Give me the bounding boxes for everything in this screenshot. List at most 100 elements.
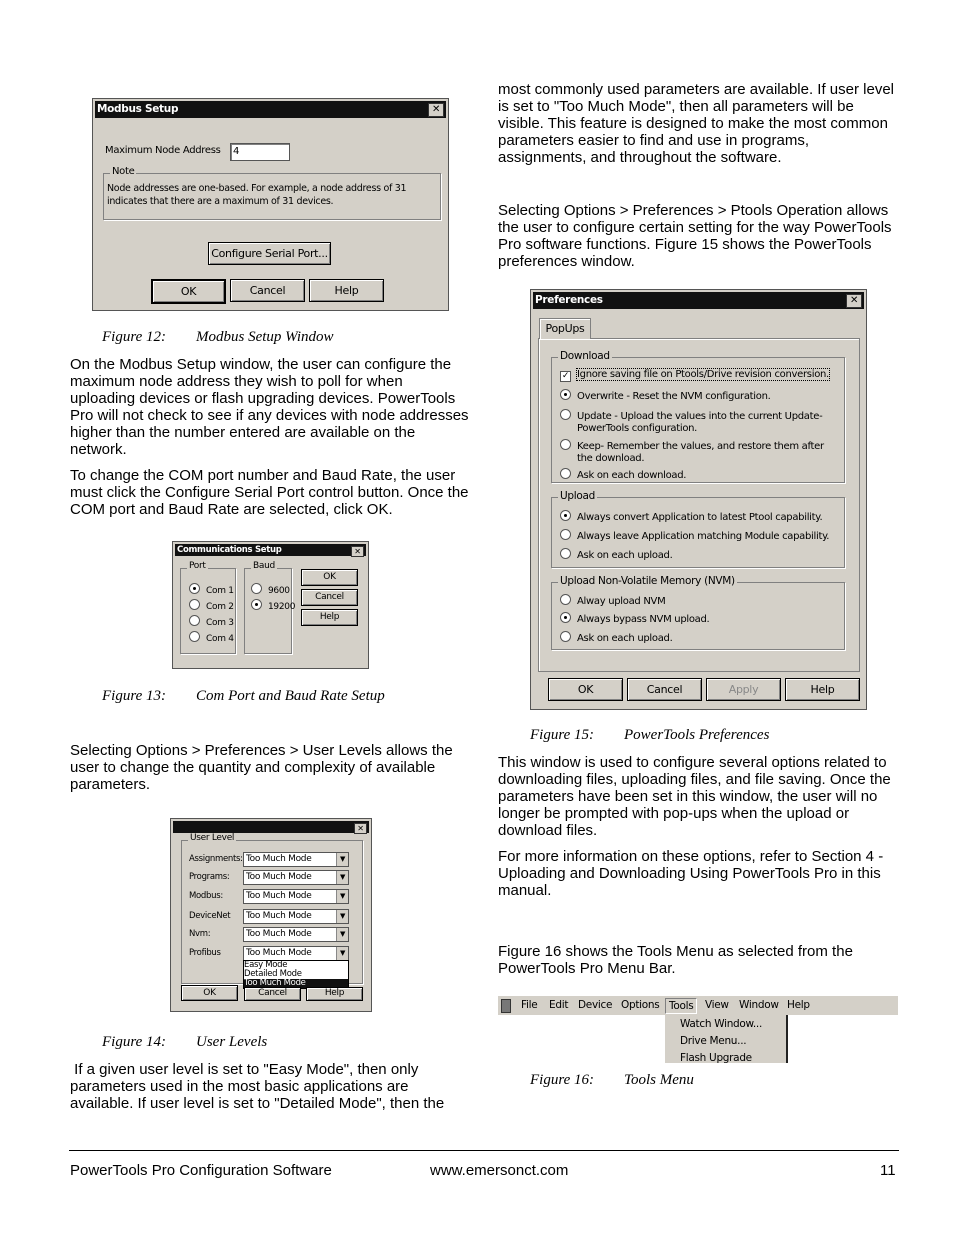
close-icon[interactable]: ✕ (428, 103, 444, 117)
menu-tools[interactable]: Tools (665, 998, 698, 1014)
user-levels-dialog: ✕ User Level Assignments: Too Much Mode ▼ P… (170, 818, 372, 1012)
chevron-down-icon[interactable]: ▼ (336, 947, 348, 960)
menu-file[interactable]: File (518, 998, 540, 1012)
port-label: Port (187, 561, 208, 571)
radio-ask-nvm[interactable]: Ask on each upload. (560, 631, 673, 644)
baud-group: Baud 9600 19200 (244, 561, 295, 654)
help-button[interactable]: Help (306, 987, 363, 1001)
radio-com2[interactable]: Com 2 (189, 599, 234, 612)
paragraph: To change the COM port number and Baud R… (70, 467, 469, 518)
select-value: Too Much Mode (246, 948, 312, 958)
paragraph: Selecting Options > Preferences > Ptools… (498, 202, 892, 270)
radio-update[interactable]: Update - Upload the values into the curr… (560, 409, 842, 435)
note-text: Node addresses are one-based. For exampl… (107, 183, 407, 207)
easy-mode-paragraph: If a given user level is set to "Easy Mo… (70, 1061, 445, 1112)
user-level-label: Modbus: (189, 891, 223, 901)
chevron-down-icon[interactable]: ▼ (336, 853, 348, 866)
figure-title: User Levels (196, 1034, 268, 1050)
chevron-down-icon[interactable]: ▼ (336, 890, 348, 903)
radio-bypass-nvm[interactable]: Always bypass NVM upload. (560, 612, 710, 625)
dialog-title: Communications Setup (177, 545, 282, 555)
menu-item-flash-upgrade[interactable]: Flash Upgrade (680, 1052, 752, 1064)
close-icon[interactable]: ✕ (354, 823, 367, 834)
user-level-select[interactable]: Too Much Mode ▼ (243, 909, 349, 924)
user-level-select[interactable]: Too Much Mode ▼ (243, 927, 349, 942)
apply-button[interactable]: Apply (706, 678, 781, 701)
menu-options[interactable]: Options (618, 998, 662, 1012)
communications-setup-dialog: Communications Setup ✕ Port Com 1 Com 2 C… (172, 541, 369, 669)
right-text: most commonly used parameters are availa… (498, 81, 900, 279)
close-icon[interactable]: ✕ (846, 294, 862, 308)
cancel-button[interactable]: Cancel (230, 279, 305, 302)
user-level-select[interactable]: Too Much Mode ▼ (243, 946, 349, 961)
paragraph: For more information on these options, r… (498, 848, 884, 899)
ok-button[interactable]: OK (548, 678, 623, 701)
configure-serial-port-button[interactable]: Configure Serial Port... (208, 242, 331, 265)
radio-keep[interactable]: Keep- Remember the values, and restore t… (560, 439, 827, 465)
ok-button[interactable]: OK (151, 279, 226, 304)
right-text-2: This window is used to configure several… (498, 754, 900, 908)
ignore-saving-checkbox[interactable]: ✓ Ignore saving file on Ptools/Drive revi… (560, 368, 830, 382)
note-group: Note Node addresses are one-based. For e… (103, 166, 441, 220)
radio-ask-upload[interactable]: Ask on each upload. (560, 548, 673, 561)
left-text: On the Modbus Setup window, the user can… (70, 356, 470, 527)
paragraph: On the Modbus Setup window, the user can… (70, 356, 469, 458)
chevron-down-icon[interactable]: ▼ (336, 871, 348, 884)
menu-item-watch-window[interactable]: Watch Window... (680, 1018, 762, 1030)
menu-device[interactable]: Device (575, 998, 615, 1012)
menu-item-drive-menu[interactable]: Drive Menu... (680, 1035, 747, 1047)
radio-com4[interactable]: Com 4 (189, 631, 234, 644)
cancel-button[interactable]: Cancel (244, 987, 301, 1001)
modbus-setup-dialog: Modbus Setup ✕ Maximum Node Address 4 Not… (92, 98, 449, 311)
tools-paragraph: Figure 16 shows the Tools Menu as select… (498, 943, 853, 977)
figure-14-caption: Figure 14: User Levels (102, 1034, 267, 1051)
cancel-button[interactable]: Cancel (627, 678, 702, 701)
figure-number: Figure 15: (530, 727, 595, 743)
help-button[interactable]: Help (309, 279, 384, 302)
menu-edit[interactable]: Edit (546, 998, 571, 1012)
menu-window[interactable]: Window (736, 998, 782, 1012)
user-level-select[interactable]: Too Much Mode ▼ (243, 852, 349, 867)
radio-com1[interactable]: Com 1 (189, 583, 234, 596)
max-node-input[interactable]: 4 (230, 143, 290, 161)
footer-url[interactable]: www.emersonct.com (430, 1162, 568, 1179)
radio-19200[interactable]: 19200 (251, 599, 295, 612)
radio-com3[interactable]: Com 3 (189, 615, 234, 628)
select-value: Too Much Mode (246, 891, 312, 901)
select-value: Too Much Mode (246, 929, 312, 939)
paragraph: most commonly used parameters are availa… (498, 81, 895, 166)
cancel-button[interactable]: Cancel (301, 589, 358, 606)
chevron-down-icon[interactable]: ▼ (336, 910, 348, 923)
footer-title: PowerTools Pro Configuration Software (70, 1162, 332, 1179)
ok-button[interactable]: OK (181, 985, 238, 1001)
close-icon[interactable]: ✕ (351, 546, 364, 557)
menu-view[interactable]: View (702, 998, 732, 1012)
group-label: Download (558, 350, 612, 362)
user-level-select[interactable]: Too Much Mode ▼ (243, 889, 349, 904)
title-bar: Preferences ✕ (533, 292, 864, 309)
select-value: Too Much Mode (246, 872, 312, 882)
user-level-label: DeviceNet (189, 911, 231, 921)
user-level-label: Assignments: (189, 854, 243, 864)
user-level-select[interactable]: Too Much Mode ▼ (243, 870, 349, 885)
radio-ask-download[interactable]: Ask on each download. (560, 468, 686, 481)
tab-popups[interactable]: PopUps (539, 318, 591, 339)
paragraph: This window is used to configure several… (498, 754, 891, 839)
radio-always-convert[interactable]: Always convert Application to latest Pto… (560, 510, 823, 523)
help-button[interactable]: Help (301, 609, 358, 626)
figure-number: Figure 12: (102, 329, 167, 345)
mode-dropdown-list[interactable]: Easy Mode Detailed Mode Too Much Mode (243, 960, 349, 989)
radio-upload-nvm[interactable]: Alway upload NVM (560, 594, 666, 607)
figure-13-caption: Figure 13: Com Port and Baud Rate Setup (102, 688, 385, 705)
menu-help[interactable]: Help (784, 998, 813, 1012)
group-label: User Level (188, 833, 237, 843)
radio-9600[interactable]: 9600 (251, 583, 290, 596)
ok-button[interactable]: OK (301, 569, 358, 586)
chevron-down-icon[interactable]: ▼ (336, 928, 348, 941)
help-button[interactable]: Help (785, 678, 860, 701)
preferences-dialog: Preferences ✕ PopUps Download ✓ Ignore sav… (530, 289, 867, 710)
user-level-label: Nvm: (189, 929, 211, 939)
radio-overwrite[interactable]: Overwrite - Reset the NVM configuration. (560, 389, 771, 402)
figure-number: Figure 16: (530, 1072, 595, 1088)
radio-always-leave[interactable]: Always leave Application matching Module… (560, 529, 829, 542)
